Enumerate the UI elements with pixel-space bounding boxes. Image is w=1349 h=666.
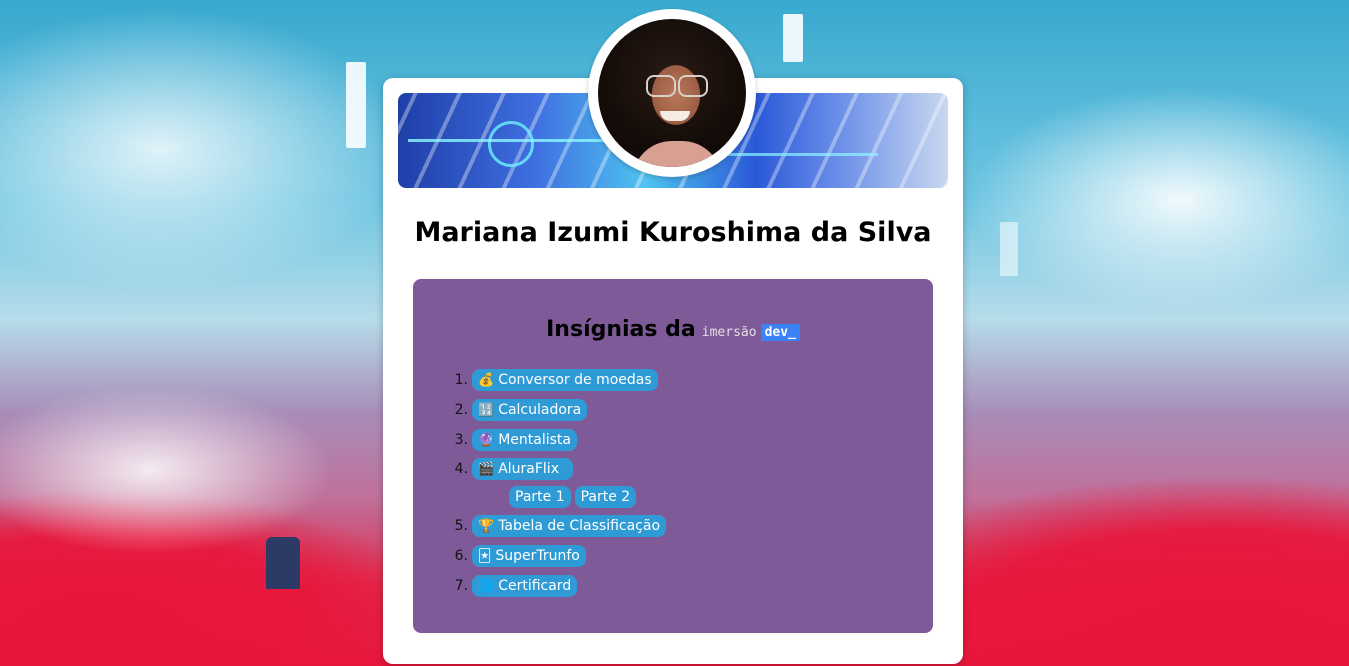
badge-link-calculadora[interactable]: 🔢 Calculadora	[472, 399, 588, 421]
crystal-ball-icon: 🔮	[478, 432, 495, 448]
badge-label: Conversor de moedas	[498, 372, 652, 388]
badge-label: AluraFlix	[498, 461, 559, 477]
list-number: 2.	[454, 402, 468, 418]
playing-card-icon: 🃏	[478, 548, 492, 564]
list-item: 4. 🎬 AluraFlix	[443, 455, 666, 483]
list-item: 1. 💰 Conversor de moedas	[443, 365, 666, 395]
aluraflix-parts: Parte 1 Parte 2	[443, 483, 666, 511]
background-spire	[783, 14, 803, 62]
badge-link-certificard[interactable]: 🌐 Certificard	[472, 575, 578, 597]
list-number: 5.	[454, 518, 468, 534]
badge-list: 1. 💰 Conversor de moedas 2. 🔢 Calculador…	[443, 365, 667, 601]
list-item: 5. 🏆 Tabela de Classificação	[443, 511, 667, 541]
profile-name: Mariana Izumi Kuroshima da Silva	[414, 217, 932, 248]
list-item: 6. 🃏 SuperTrunfo	[443, 541, 666, 571]
list-number: 1.	[454, 372, 468, 388]
badges-title-text: Insígnias da	[546, 317, 696, 342]
badge-label: Mentalista	[498, 432, 571, 448]
aluraflix-part-2-link[interactable]: Parte 2	[574, 486, 637, 508]
badge-link-conversor-de-moedas[interactable]: 💰 Conversor de moedas	[472, 369, 658, 391]
list-item: 2. 🔢 Calculadora	[443, 395, 666, 425]
badge-link-mentalista[interactable]: 🔮 Mentalista	[472, 429, 577, 451]
badge-label: SuperTrunfo	[495, 548, 580, 564]
badge-label: Calculadora	[498, 402, 582, 418]
badge-link-tabela-de-classificacao[interactable]: 🏆 Tabela de Classificação	[472, 515, 667, 537]
clapperboard-icon: 🎬	[478, 461, 495, 477]
avatar	[598, 19, 746, 167]
list-item: 3. 🔮 Mentalista	[443, 425, 666, 455]
badge-aluraflix: 🎬 AluraFlix	[472, 458, 573, 480]
imersao-logo-text: imersão	[701, 325, 757, 340]
avatar-frame	[588, 9, 756, 177]
badge-link-supertrunfo[interactable]: 🃏 SuperTrunfo	[472, 545, 586, 567]
badges-panel: Insígnias da imersão dev_ 1. 💰 Conversor…	[413, 279, 933, 633]
aluraflix-part-1-link[interactable]: Parte 1	[509, 486, 571, 508]
background-rock	[266, 537, 300, 589]
list-number: 4.	[454, 461, 468, 477]
list-number: 6.	[454, 548, 468, 564]
background-spire	[1000, 222, 1018, 276]
list-number: 3.	[454, 432, 468, 448]
trophy-icon: 🏆	[478, 518, 495, 534]
badge-label: Certificard	[498, 578, 572, 594]
money-bag-icon: 💰	[478, 372, 495, 388]
list-item: 7. 🌐 Certificard	[443, 571, 666, 601]
calculator-icon: 🔢	[478, 402, 495, 418]
dev-logo-badge: dev_	[760, 324, 800, 341]
background-spire	[346, 62, 366, 148]
globe-icon: 🌐	[478, 578, 495, 594]
badges-title: Insígnias da imersão dev_	[413, 317, 933, 342]
badge-label: Tabela de Classificação	[498, 518, 661, 534]
list-number: 7.	[454, 578, 468, 594]
